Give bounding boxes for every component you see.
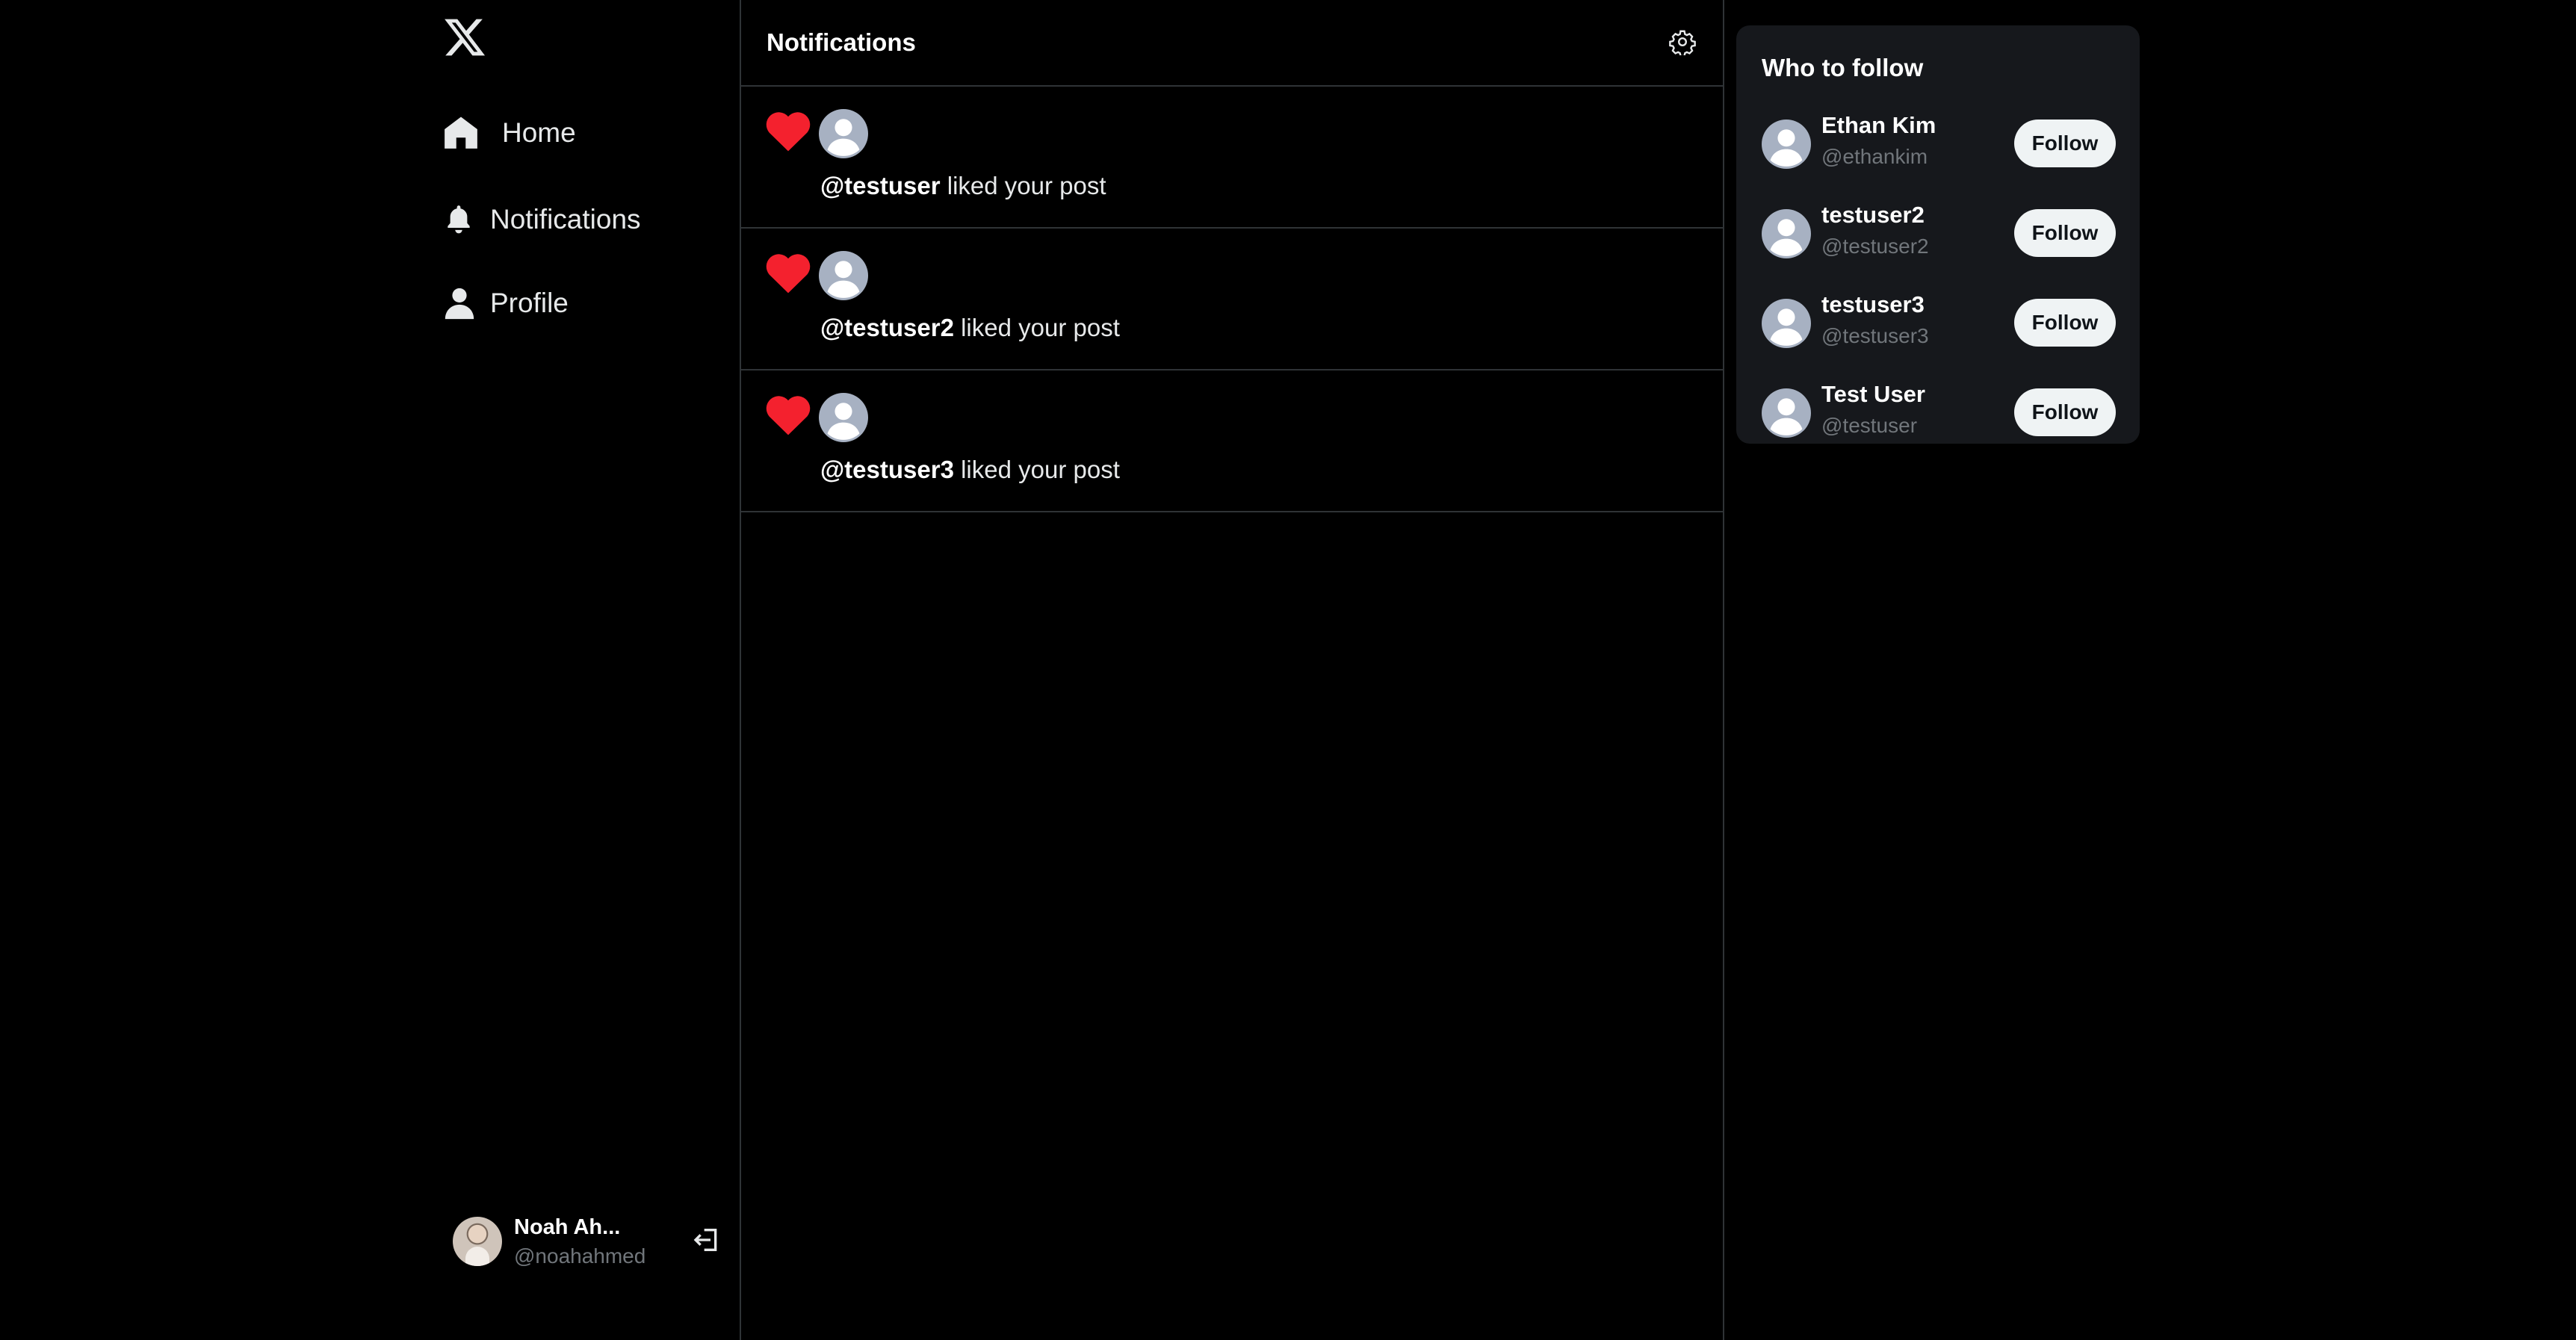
user-name[interactable]: testuser3	[1821, 291, 1925, 318]
page-title: Notifications	[767, 28, 916, 56]
follow-suggestion[interactable]: testuser3 @testuser3 Follow	[1762, 291, 2116, 359]
gear-icon[interactable]	[1669, 28, 1696, 55]
follow-suggestion[interactable]: testuser2 @testuser2 Follow	[1762, 202, 2116, 269]
notification-item[interactable]: @testuser liked your post	[741, 87, 1723, 229]
nav-item-label: Notifications	[490, 204, 641, 235]
who-to-follow-title: Who to follow	[1762, 54, 1924, 81]
user-handle: @ethankim	[1821, 145, 1928, 168]
user-handle: @testuser3	[1821, 324, 1929, 347]
account-name: Noah Ah...	[514, 1215, 621, 1239]
avatar[interactable]	[819, 109, 868, 158]
notification-user[interactable]: @testuser2	[820, 314, 954, 341]
avatar[interactable]	[1762, 120, 1811, 169]
nav-item-home[interactable]: Home	[442, 107, 576, 159]
nav-item-label: Home	[502, 117, 576, 148]
notification-user[interactable]: @testuser3	[820, 456, 954, 483]
user-name[interactable]: Ethan Kim	[1821, 112, 1936, 139]
notification-action: liked your post	[961, 314, 1120, 341]
avatar	[453, 1217, 502, 1266]
sidebar: Home Notifications Profile Noah Ah... @n…	[0, 0, 741, 1340]
notification-text: @testuser liked your post	[820, 172, 1106, 200]
heart-icon	[766, 254, 811, 294]
notification-action: liked your post	[961, 456, 1120, 483]
user-name[interactable]: Test User	[1821, 381, 1925, 408]
notification-action: liked your post	[947, 172, 1106, 199]
app-root: Home Notifications Profile Noah Ah... @n…	[0, 0, 2576, 1340]
user-handle: @testuser2	[1821, 235, 1929, 258]
avatar[interactable]	[819, 393, 868, 442]
x-logo-icon[interactable]	[442, 15, 487, 60]
follow-button[interactable]: Follow	[2014, 209, 2116, 257]
nav-item-notifications[interactable]: Notifications	[442, 193, 641, 246]
avatar[interactable]	[819, 251, 868, 300]
notification-text: @testuser3 liked your post	[820, 456, 1120, 484]
avatar[interactable]	[1762, 299, 1811, 348]
page-header: Notifications	[741, 0, 1723, 87]
home-icon	[442, 112, 484, 154]
notification-text: @testuser2 liked your post	[820, 314, 1120, 342]
account-switcher[interactable]: Noah Ah... @noahahmed	[453, 1213, 726, 1270]
follow-suggestion[interactable]: Ethan Kim @ethankim Follow	[1762, 112, 2116, 179]
follow-button[interactable]: Follow	[2014, 299, 2116, 347]
heart-icon	[766, 112, 811, 152]
logout-icon[interactable]	[692, 1225, 722, 1255]
avatar[interactable]	[1762, 209, 1811, 258]
follow-button[interactable]: Follow	[2014, 120, 2116, 167]
bell-icon	[442, 199, 484, 241]
notification-item[interactable]: @testuser2 liked your post	[741, 229, 1723, 370]
nav-item-profile[interactable]: Profile	[442, 277, 569, 329]
nav-item-label: Profile	[490, 288, 569, 318]
notification-user[interactable]: @testuser	[820, 172, 941, 199]
account-handle: @noahahmed	[514, 1244, 646, 1268]
who-to-follow-card: Who to follow Ethan Kim @ethankim Follow…	[1736, 25, 2140, 444]
follow-suggestion[interactable]: Test User @testuser Follow	[1762, 381, 2116, 448]
account-info: Noah Ah... @noahahmed	[514, 1215, 678, 1268]
avatar[interactable]	[1762, 388, 1811, 438]
main-column: Notifications @testuser liked your post …	[741, 0, 1724, 1340]
user-handle: @testuser	[1821, 414, 1918, 437]
notification-item[interactable]: @testuser3 liked your post	[741, 370, 1723, 512]
follow-button[interactable]: Follow	[2014, 388, 2116, 436]
person-icon	[442, 282, 484, 324]
user-name[interactable]: testuser2	[1821, 202, 1925, 229]
heart-icon	[766, 396, 811, 435]
